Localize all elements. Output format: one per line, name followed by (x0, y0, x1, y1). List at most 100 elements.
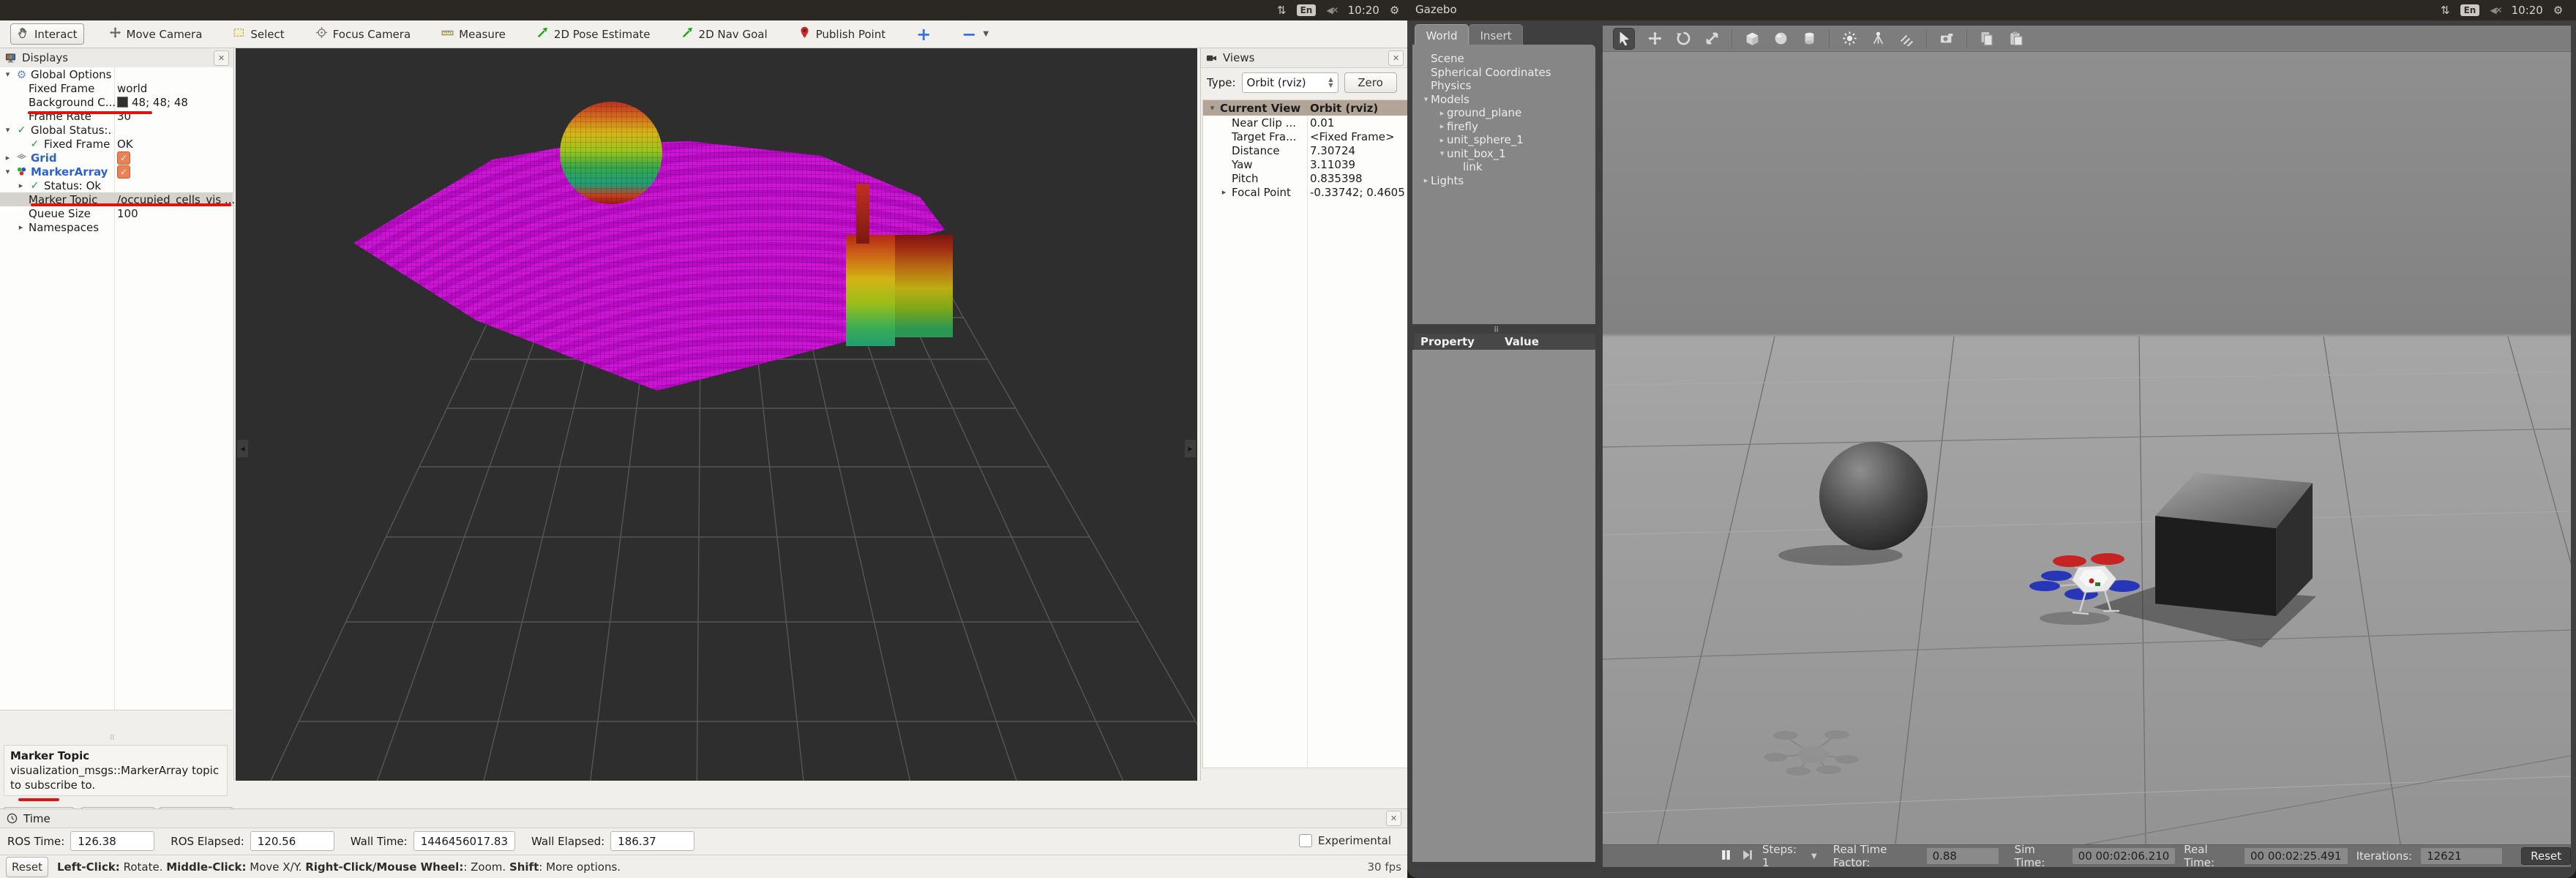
expand-arrow-icon[interactable]: ▾ (1208, 103, 1217, 113)
insert-box-icon[interactable] (1743, 30, 1761, 48)
tree-item-lights[interactable]: ▸ Lights (1418, 174, 1595, 188)
display-row[interactable]: Queue Size 100 (0, 206, 233, 220)
insert-sphere-icon[interactable] (1772, 30, 1789, 48)
expand-arrow-icon[interactable]: ▸ (1421, 176, 1431, 185)
tool-publish-point[interactable]: Publish Point (793, 24, 891, 44)
view-type-dropdown[interactable]: Orbit (rviz) ▲ ▼ (1241, 72, 1338, 93)
gazebo-scene[interactable] (1603, 52, 2571, 844)
close-icon[interactable]: ✕ (214, 50, 229, 66)
display-row[interactable]: ▾ ⚙ Global Options (0, 67, 233, 81)
expand-arrow-icon[interactable]: ▾ (1421, 94, 1431, 104)
close-icon[interactable]: ✕ (1388, 50, 1404, 66)
reset-button[interactable]: Reset (6, 856, 48, 877)
tool-2d-nav-goal[interactable]: 2D Nav Goal (675, 24, 774, 44)
rtf-field[interactable]: 0.88 (1926, 848, 1999, 864)
iterations-field[interactable]: 12621 (2421, 848, 2503, 864)
tree-item-link[interactable]: link (1418, 160, 1595, 174)
tree-item-physics[interactable]: Physics (1418, 79, 1595, 93)
tree-item-unit-sphere-1[interactable]: ▸ unit_sphere_1 (1418, 133, 1595, 147)
add-tool-button[interactable]: + (910, 26, 937, 43)
spot-light-icon[interactable] (1869, 30, 1887, 48)
view-property-row[interactable]: Distance 7.30724 (1203, 143, 1407, 157)
expand-arrow-icon[interactable]: ▸ (1437, 108, 1447, 118)
tool-measure[interactable]: Measure (435, 24, 512, 44)
scale-mode-icon[interactable] (1703, 30, 1721, 48)
expand-arrow-icon[interactable]: ▸ (1437, 121, 1447, 131)
view-property-row[interactable]: Yaw 3.11039 (1203, 157, 1407, 171)
insert-cylinder-icon[interactable] (1800, 30, 1818, 48)
view-property-row[interactable]: Near Clip ... 0.01 (1203, 116, 1407, 130)
display-row[interactable]: ▸ ✓ Status: Ok (0, 179, 233, 192)
display-row[interactable]: ▾ MarkerArray ✓ (0, 165, 233, 179)
reset-button[interactable]: Reset (2521, 847, 2571, 865)
network-icon[interactable]: ⇅ (2441, 4, 2450, 17)
view-property-row[interactable]: Target Fra... <Fixed Frame> (1203, 130, 1407, 143)
tab-insert[interactable]: Insert (1469, 24, 1523, 46)
directional-light-icon[interactable] (1898, 30, 1915, 48)
view-property-row[interactable]: Pitch 0.835398 (1203, 171, 1407, 185)
wall-time-field[interactable]: 1446456017.83 (413, 831, 516, 851)
display-row[interactable]: ▸ Grid ✓ (0, 151, 233, 165)
gazebo-3d-viewport[interactable]: Steps: 1 ▼ Real Time Factor: 0.88 Sim Ti… (1603, 26, 2571, 867)
ros-elapsed-field[interactable]: 120.56 (250, 831, 334, 851)
sound-muted-icon[interactable]: ◀✕ (2490, 5, 2502, 15)
enabled-checkbox[interactable]: ✓ (117, 165, 130, 179)
rotate-mode-icon[interactable] (1674, 30, 1692, 48)
tab-world[interactable]: World (1415, 24, 1469, 46)
wall-elapsed-field[interactable]: 186.37 (610, 831, 695, 851)
network-icon[interactable]: ⇅ (1277, 4, 1287, 17)
tool-move-camera[interactable]: Move Camera (103, 24, 209, 44)
tool-select[interactable]: Select (227, 24, 290, 44)
view-property-row[interactable]: ▾ Current View Orbit (rviz) (1203, 100, 1407, 116)
pause-button[interactable] (1720, 849, 1732, 864)
clock[interactable]: 10:20 (2512, 4, 2543, 17)
panel-collapse-left-icon[interactable]: ◂ (237, 440, 248, 457)
tree-item-scene[interactable]: Scene (1418, 52, 1595, 66)
rviz-3d-viewport[interactable]: ◂ ▸ (236, 48, 1197, 781)
display-row[interactable]: ▾ ✓ Global Status:... (0, 123, 233, 137)
close-icon[interactable]: ✕ (1386, 811, 1401, 826)
experimental-checkbox[interactable] (1298, 834, 1312, 847)
tool-2d-pose-estimate[interactable]: 2D Pose Estimate (531, 24, 656, 44)
expand-arrow-icon[interactable]: ▸ (16, 181, 26, 190)
tree-item-models[interactable]: ▾ Models (1418, 93, 1595, 107)
copy-icon[interactable] (1978, 30, 1996, 48)
step-button[interactable] (1741, 849, 1753, 864)
tree-item-ground-plane[interactable]: ▸ ground_plane (1418, 106, 1595, 120)
tree-item-firefly[interactable]: ▸ firefly (1418, 120, 1595, 134)
remove-tool-button[interactable]: − ▼ (956, 26, 995, 43)
screenshot-icon[interactable] (1938, 30, 1955, 48)
paste-icon[interactable] (2007, 30, 2024, 48)
zero-button[interactable]: Zero (1344, 72, 1397, 93)
enabled-checkbox[interactable]: ✓ (117, 151, 130, 165)
point-light-icon[interactable] (1841, 30, 1858, 48)
firefly-drone[interactable] (2027, 538, 2152, 640)
expand-arrow-icon[interactable]: ▾ (3, 167, 12, 176)
select-mode-icon[interactable] (1613, 27, 1635, 50)
keyboard-layout-indicator[interactable]: En (2460, 4, 2480, 16)
expand-arrow-icon[interactable]: ▾ (3, 70, 12, 79)
expand-arrow-icon[interactable]: ▸ (1219, 187, 1229, 197)
expand-arrow-icon[interactable]: ▾ (3, 125, 12, 135)
panel-collapse-right-icon[interactable]: ▸ (1185, 440, 1196, 457)
clock[interactable]: 10:20 (1348, 4, 1379, 17)
ros-time-field[interactable]: 126.38 (70, 831, 155, 851)
tree-item-unit-box-1[interactable]: ▾ unit_box_1 (1418, 147, 1595, 161)
steps-dropdown-icon[interactable]: ▼ (1811, 852, 1817, 860)
view-property-row[interactable]: ▸ Focal Point -0.33742; 0.4605... (1203, 185, 1407, 199)
tool-focus-camera[interactable]: Focus Camera (310, 24, 416, 44)
session-gear-icon[interactable]: ⚙ (2553, 4, 2563, 17)
translate-mode-icon[interactable] (1646, 30, 1663, 48)
expand-arrow-icon[interactable]: ▾ (1437, 149, 1447, 158)
display-row[interactable]: Background C... 48; 48; 48 (0, 95, 233, 109)
real-time-field[interactable]: 00 00:02:25.491 (2244, 848, 2348, 864)
display-row[interactable]: Fixed Frame world (0, 81, 233, 95)
expand-arrow-icon[interactable]: ▸ (16, 222, 26, 232)
sim-time-field[interactable]: 00 00:02:06.210 (2072, 848, 2176, 864)
display-row[interactable]: ✓ Fixed Frame OK (0, 137, 233, 151)
splitter-handle[interactable]: ⠿ (110, 735, 116, 742)
tool-interact[interactable]: Interact (10, 23, 84, 45)
expand-arrow-icon[interactable]: ▸ (3, 153, 12, 162)
sound-muted-icon[interactable]: ◀✕ (1326, 5, 1338, 15)
keyboard-layout-indicator[interactable]: En (1296, 4, 1317, 16)
